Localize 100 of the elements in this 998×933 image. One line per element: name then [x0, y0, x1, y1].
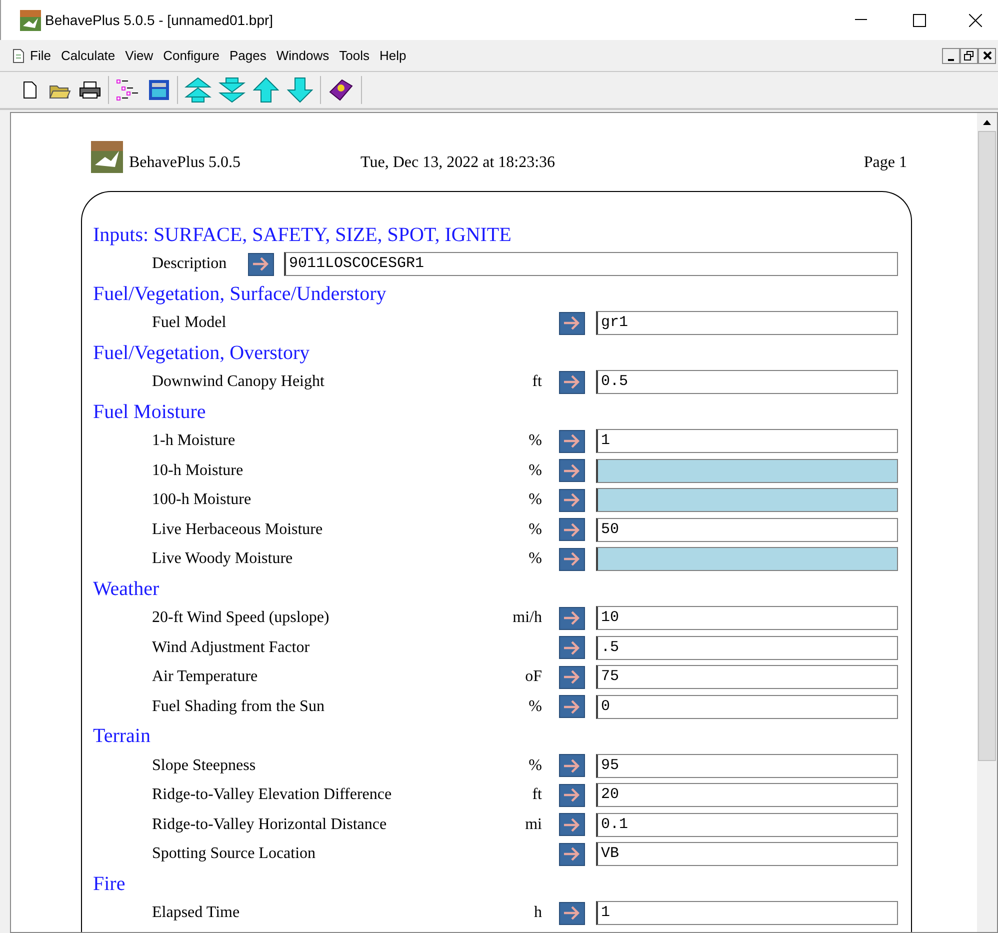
child-restore-button[interactable]	[960, 48, 978, 64]
arrow-right-icon	[563, 375, 581, 390]
input-field[interactable]	[596, 488, 898, 512]
menu-item[interactable]: Help	[375, 46, 410, 66]
menu-item[interactable]: Calculate	[56, 46, 120, 66]
child-close-button[interactable]	[978, 48, 996, 64]
maximize-icon	[912, 14, 926, 26]
input-field[interactable]: 95	[596, 754, 898, 778]
input-field[interactable]: gr1	[596, 311, 898, 336]
arrow-right-icon	[563, 670, 581, 684]
field-label: Ridge-to-Valley Horizontal Distance	[152, 814, 388, 835]
input-field[interactable]	[596, 458, 898, 483]
arrow-button[interactable]	[559, 784, 585, 807]
field-label: Downwind Canopy Height	[152, 372, 326, 392]
input-field[interactable]: 0.1	[596, 812, 898, 837]
input-field[interactable]: 1	[596, 901, 898, 926]
field-label: Slope Steepness	[152, 756, 257, 776]
child-minimize-button[interactable]	[942, 48, 960, 64]
arrow-right-icon	[563, 640, 581, 655]
field-label: Elapsed Time	[152, 903, 241, 924]
arrow-button[interactable]	[559, 902, 585, 925]
unit-label: %	[528, 431, 542, 452]
field-label: Spotting Source Location	[152, 844, 317, 864]
field-label: Live Woody Moisture	[152, 549, 294, 570]
field-label: Ridge-to-Valley Elevation Difference	[152, 785, 393, 806]
double-up-arrow-icon[interactable]	[184, 76, 212, 104]
arrow-right-icon	[563, 522, 581, 537]
arrow-right-icon	[563, 906, 581, 920]
unit-label: mi	[525, 814, 542, 835]
section-heading: Fuel/Vegetation, Overstory	[93, 340, 310, 366]
arrow-button[interactable]	[559, 459, 585, 482]
arrow-button[interactable]	[248, 252, 274, 276]
arrow-button[interactable]	[559, 488, 585, 512]
scrollbar[interactable]	[977, 113, 997, 932]
arrow-button[interactable]	[559, 636, 585, 660]
unit-label: %	[528, 460, 542, 481]
unit-label: h	[534, 903, 542, 924]
arrow-right-icon	[563, 700, 581, 714]
input-field[interactable]: 75	[596, 665, 898, 690]
input-field[interactable]: 0	[596, 694, 898, 719]
field-label: Air Temperature	[152, 667, 259, 688]
input-field[interactable]: .5	[596, 636, 898, 660]
unit-label: %	[528, 490, 542, 510]
input-field[interactable]: 10	[596, 606, 898, 630]
section-heading: Weather	[93, 576, 160, 602]
arrow-button[interactable]	[559, 754, 585, 778]
down-arrow-icon[interactable]	[286, 76, 314, 104]
menu-item[interactable]: File	[26, 46, 55, 66]
arrow-right-icon	[563, 818, 581, 832]
arrow-right-icon	[563, 316, 581, 330]
restore-icon	[964, 50, 974, 60]
unit-label: %	[528, 520, 542, 540]
arrow-button[interactable]	[559, 666, 585, 689]
unit-label: ft	[532, 372, 542, 392]
arrow-button[interactable]	[559, 842, 585, 866]
menu-item[interactable]: Windows	[272, 46, 334, 66]
menu-item[interactable]: View	[121, 46, 158, 66]
field-label: Fuel Shading from the Sun	[152, 696, 326, 717]
arrow-button[interactable]	[559, 813, 585, 836]
section-heading: Fire	[93, 872, 126, 897]
scroll-up-icon[interactable]	[983, 120, 991, 124]
input-field[interactable]: 50	[596, 518, 898, 542]
menu-item[interactable]: Pages	[225, 46, 270, 66]
field-label: 10-h Moisture	[152, 460, 244, 481]
print-date: Tue, Dec 13, 2022 at 18:23:36	[360, 155, 556, 173]
arrow-button[interactable]	[559, 548, 585, 571]
input-field[interactable]: 0.5	[596, 370, 898, 394]
arrow-button[interactable]	[559, 518, 585, 542]
arrow-right-icon	[563, 611, 581, 626]
input-field[interactable]: VB	[596, 842, 898, 866]
arrow-button[interactable]	[559, 312, 585, 335]
unit-label: ft	[532, 785, 542, 806]
minimize-icon	[855, 19, 867, 21]
arrow-right-icon	[563, 788, 581, 802]
arrow-right-icon	[563, 552, 581, 566]
unit-label: oF	[525, 667, 542, 688]
section-heading: Fuel/Vegetation, Surface/Understory	[93, 282, 386, 307]
arrow-right-icon	[252, 257, 270, 272]
arrow-right-icon	[563, 464, 581, 478]
arrow-button[interactable]	[559, 370, 585, 394]
arrow-button[interactable]	[559, 606, 585, 630]
close-icon	[968, 14, 982, 26]
section-heading: Terrain	[93, 724, 150, 750]
arrow-button[interactable]	[559, 430, 585, 453]
up-arrow-icon[interactable]	[252, 76, 280, 104]
menu-item[interactable]: Tools	[335, 46, 374, 66]
arrow-right-icon	[563, 758, 581, 773]
field-label: 1-h Moisture	[152, 431, 236, 452]
input-field[interactable]	[596, 547, 898, 572]
unit-label: %	[528, 756, 542, 776]
arrow-right-icon	[563, 493, 581, 508]
menu-item[interactable]: Configure	[159, 46, 224, 66]
input-field[interactable]: 1	[596, 429, 898, 454]
unit-label: %	[528, 549, 542, 570]
arrow-button[interactable]	[559, 695, 585, 718]
input-field[interactable]: 9011LOSCOCESGR1	[284, 252, 898, 276]
section-heading: Fuel Moisture	[93, 400, 206, 425]
input-field[interactable]: 20	[596, 783, 898, 808]
field-label: Live Herbaceous Moisture	[152, 520, 324, 540]
double-down-arrow-icon[interactable]	[218, 76, 246, 104]
